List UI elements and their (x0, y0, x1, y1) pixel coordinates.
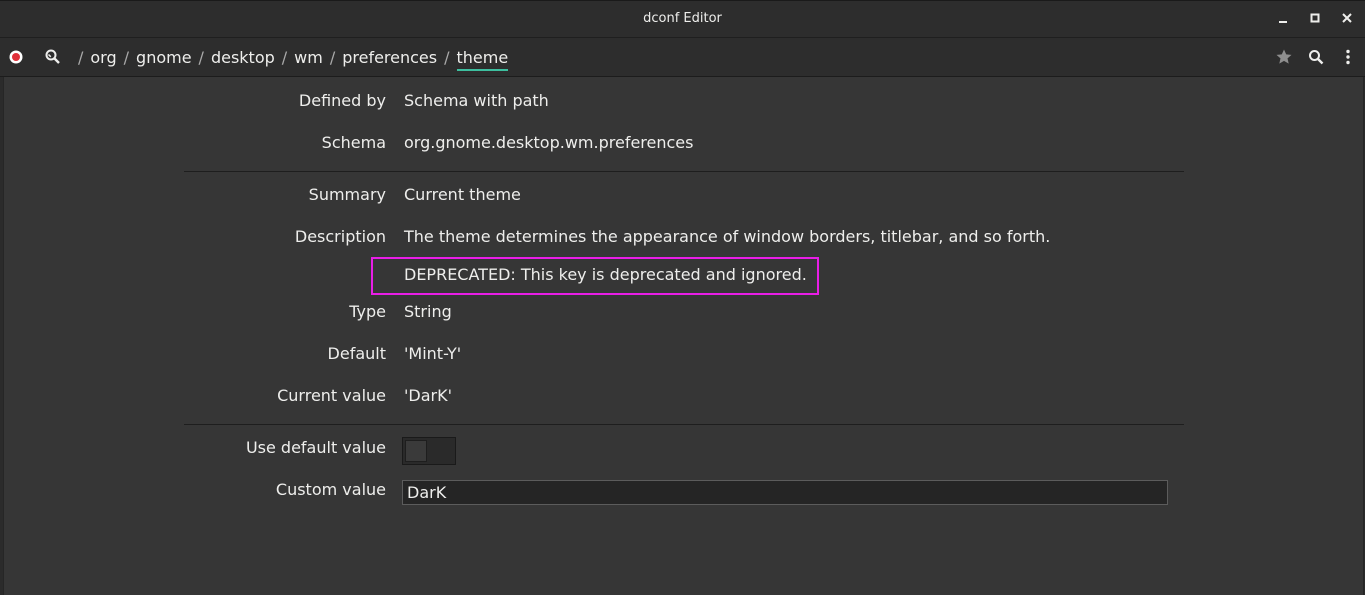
custom-value-input[interactable] (402, 480, 1168, 505)
row-defined-by: Defined by Schema with path (4, 86, 1363, 116)
schema-label: Schema (321, 133, 386, 152)
row-default: Default 'Mint-Y' (4, 339, 1363, 369)
breadcrumb-separator: / (123, 47, 130, 67)
row-current-value: Current value 'DarK' (4, 381, 1363, 411)
maximize-icon (1310, 13, 1320, 23)
breadcrumb-org[interactable]: org (90, 48, 116, 67)
row-description: Description The theme determines the app… (4, 222, 1363, 252)
close-icon (1342, 13, 1352, 23)
schema-value: org.gnome.desktop.wm.preferences (404, 133, 694, 152)
menu-button[interactable] (1338, 47, 1358, 67)
window-title: dconf Editor (643, 11, 722, 26)
breadcrumb-desktop[interactable]: desktop (211, 48, 275, 67)
current-value: 'DarK' (404, 386, 452, 405)
default-value: 'Mint-Y' (404, 344, 462, 363)
star-icon (1276, 49, 1292, 64)
divider (184, 424, 1184, 425)
switch-knob (405, 440, 427, 462)
search-settings-icon (45, 49, 60, 64)
default-label: Default (327, 344, 386, 363)
key-properties-panel: Defined by Schema with path Schema org.g… (3, 77, 1364, 595)
row-deprecated: DEPRECATED: This key is deprecated and i… (4, 260, 1363, 290)
summary-value: Current theme (404, 185, 521, 204)
window-titlebar: dconf Editor (0, 0, 1365, 38)
maximize-button[interactable] (1307, 10, 1323, 26)
minimize-button[interactable] (1275, 10, 1291, 26)
divider (184, 171, 1184, 172)
defined-by-label: Defined by (298, 91, 386, 110)
summary-label: Summary (308, 185, 386, 204)
use-default-switch[interactable] (402, 437, 456, 465)
search-settings-button[interactable] (43, 47, 63, 67)
search-button[interactable] (1306, 47, 1326, 67)
more-vertical-icon (1346, 49, 1350, 65)
record-icon (9, 50, 23, 64)
breadcrumb-preferences[interactable]: preferences (342, 48, 437, 67)
minimize-icon (1279, 21, 1287, 23)
breadcrumb: / org / gnome / desktop / wm / preferenc… (78, 38, 509, 76)
header-bar: / org / gnome / desktop / wm / preferenc… (0, 38, 1365, 77)
breadcrumb-separator: / (444, 47, 450, 67)
search-icon (1309, 50, 1324, 65)
breadcrumb-wm[interactable]: wm (294, 48, 323, 67)
breadcrumb-separator: / (329, 47, 336, 67)
description-value: The theme determines the appearance of w… (404, 227, 1051, 246)
bookmark-button[interactable] (1274, 47, 1294, 67)
custom-value-label: Custom value (275, 480, 386, 499)
row-type: Type String (4, 297, 1363, 327)
use-default-label: Use default value (245, 438, 386, 457)
deprecated-note: DEPRECATED: This key is deprecated and i… (404, 265, 807, 284)
record-button[interactable] (6, 47, 26, 67)
row-use-default: Use default value (4, 433, 1363, 463)
description-label: Description (294, 227, 386, 246)
breadcrumb-theme[interactable]: theme (456, 48, 509, 71)
type-label: Type (349, 302, 386, 321)
breadcrumb-separator: / (78, 47, 84, 67)
breadcrumb-gnome[interactable]: gnome (136, 48, 192, 67)
defined-by-value: Schema with path (404, 91, 549, 110)
breadcrumb-separator: / (198, 47, 204, 67)
row-summary: Summary Current theme (4, 180, 1363, 210)
current-value-label: Current value (277, 386, 386, 405)
breadcrumb-separator: / (281, 47, 288, 67)
type-value: String (404, 302, 452, 321)
row-schema: Schema org.gnome.desktop.wm.preferences (4, 128, 1363, 158)
close-button[interactable] (1339, 10, 1355, 26)
